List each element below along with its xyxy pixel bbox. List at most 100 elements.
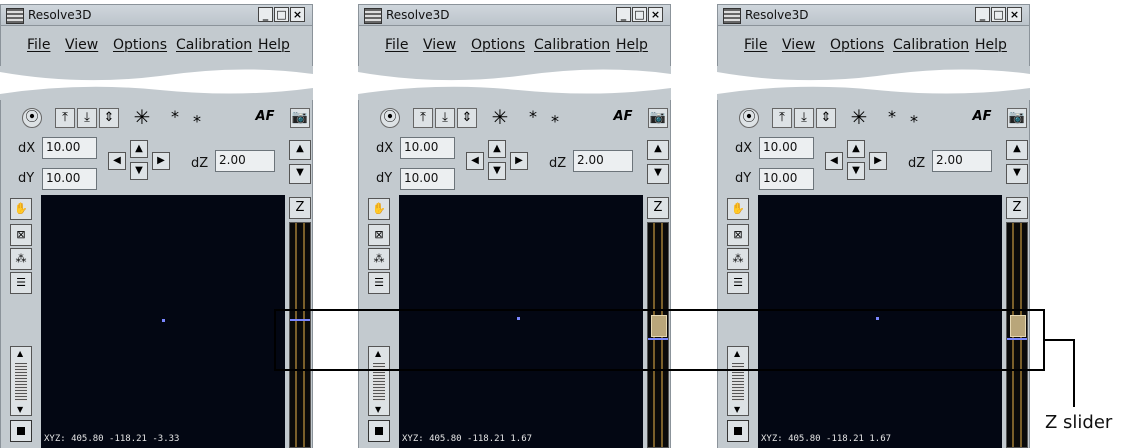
move-up-icon[interactable]: ⤒	[413, 108, 433, 128]
asterisk-bottom-icon[interactable]: ⁎	[545, 108, 565, 128]
dy-field[interactable]: 10.00	[42, 168, 97, 190]
close-button[interactable]: ×	[648, 7, 663, 22]
menu-calibration[interactable]: Calibration	[893, 37, 969, 53]
list-icon[interactable]: ☰	[368, 272, 390, 294]
z-up-button[interactable]: ▲	[289, 140, 311, 160]
menu-view[interactable]: View	[65, 37, 98, 53]
camera-icon[interactable]: 📷	[648, 108, 668, 128]
camera-icon[interactable]: 📷	[1007, 108, 1027, 128]
move-down-icon[interactable]: ⤓	[794, 108, 814, 128]
asterisk-top-icon[interactable]: *	[882, 108, 902, 128]
pan-hand-icon[interactable]: ✋	[368, 198, 390, 220]
camera-icon[interactable]: 📷	[290, 108, 310, 128]
down-arrow-button[interactable]: ▼	[847, 162, 865, 180]
move-down-icon[interactable]: ⤓	[435, 108, 455, 128]
down-arrow-button[interactable]: ▼	[130, 162, 148, 180]
autofocus-button[interactable]: AF	[972, 108, 992, 128]
right-arrow-button[interactable]: ▶	[510, 152, 528, 170]
zoom-fit-icon[interactable]: ⊠	[368, 224, 390, 246]
stop-button[interactable]	[368, 420, 390, 442]
move-up-icon[interactable]: ⤒	[772, 108, 792, 128]
left-arrow-button[interactable]: ◀	[825, 152, 843, 170]
move-up-icon[interactable]: ⤒	[55, 108, 75, 128]
pan-hand-icon[interactable]: ✋	[727, 198, 749, 220]
target-icon[interactable]: ⦿	[739, 108, 759, 128]
asterisk-icon[interactable]: ✳	[849, 107, 869, 128]
dy-field[interactable]: 10.00	[400, 168, 455, 190]
z-down-button[interactable]: ▼	[289, 164, 311, 184]
dy-field[interactable]: 10.00	[759, 168, 814, 190]
autofocus-button[interactable]: AF	[613, 108, 633, 128]
z-down-button[interactable]: ▼	[1006, 164, 1028, 184]
pan-hand-icon[interactable]: ✋	[10, 198, 32, 220]
asterisk-bottom-icon[interactable]: ⁎	[187, 108, 207, 128]
dx-field[interactable]: 10.00	[42, 137, 97, 159]
minimize-button[interactable]: _	[258, 7, 273, 22]
asterisk-icon[interactable]: ✳	[490, 107, 510, 128]
left-arrow-button[interactable]: ◀	[108, 152, 126, 170]
up-arrow-button[interactable]: ▲	[847, 140, 865, 158]
up-arrow-button[interactable]: ▲	[488, 140, 506, 158]
menu-file[interactable]: File	[385, 37, 408, 53]
autofocus-button[interactable]: AF	[255, 108, 275, 128]
asterisk-icon[interactable]: ✳	[132, 107, 152, 128]
center-icon[interactable]: ⇕	[457, 108, 477, 128]
z-up-button[interactable]: ▲	[1006, 140, 1028, 160]
menu-help[interactable]: Help	[975, 37, 1007, 53]
z-label: Z	[289, 197, 311, 219]
z-down-button[interactable]: ▼	[647, 164, 669, 184]
menu-view[interactable]: View	[423, 37, 456, 53]
close-button[interactable]: ×	[1007, 7, 1022, 22]
menu-calibration[interactable]: Calibration	[176, 37, 252, 53]
dz-field[interactable]: 2.00	[215, 150, 275, 172]
asterisk-top-icon[interactable]: *	[165, 108, 185, 128]
right-arrow-button[interactable]: ▶	[152, 152, 170, 170]
menu-file[interactable]: File	[27, 37, 50, 53]
menu-options[interactable]: Options	[471, 37, 525, 53]
dz-field[interactable]: 2.00	[573, 150, 633, 172]
move-down-icon[interactable]: ⤓	[77, 108, 97, 128]
image-view[interactable]: XYZ: 405.80 -118.21 -3.33	[41, 195, 285, 448]
center-icon[interactable]: ⇕	[816, 108, 836, 128]
maximize-button[interactable]: □	[991, 7, 1006, 22]
target-icon[interactable]: ⦿	[22, 108, 42, 128]
zoom-fit-icon[interactable]: ⊠	[727, 224, 749, 246]
stop-button[interactable]	[10, 420, 32, 442]
torn-edge-top	[358, 66, 671, 81]
dz-field[interactable]: 2.00	[932, 150, 992, 172]
window-menu-icon[interactable]	[6, 8, 24, 24]
zoom-fit-icon[interactable]: ⊠	[10, 224, 32, 246]
asterisk-bottom-icon[interactable]: ⁎	[904, 108, 924, 128]
stop-button[interactable]	[727, 420, 749, 442]
zoom-scatter-icon[interactable]: ⁂	[727, 248, 749, 270]
zoom-scatter-icon[interactable]: ⁂	[368, 248, 390, 270]
zoom-slider[interactable]: ▲ ▼	[10, 346, 32, 416]
z-up-button[interactable]: ▲	[647, 140, 669, 160]
menu-file[interactable]: File	[744, 37, 767, 53]
menu-options[interactable]: Options	[830, 37, 884, 53]
menu-view[interactable]: View	[782, 37, 815, 53]
right-arrow-button[interactable]: ▶	[869, 152, 887, 170]
menu-help[interactable]: Help	[258, 37, 290, 53]
window-menu-icon[interactable]	[364, 8, 382, 24]
window-menu-icon[interactable]	[723, 8, 741, 24]
close-button[interactable]: ×	[290, 7, 305, 22]
minimize-button[interactable]: _	[616, 7, 631, 22]
list-icon[interactable]: ☰	[727, 272, 749, 294]
zoom-scatter-icon[interactable]: ⁂	[10, 248, 32, 270]
left-arrow-button[interactable]: ◀	[466, 152, 484, 170]
menu-help[interactable]: Help	[616, 37, 648, 53]
up-arrow-button[interactable]: ▲	[130, 140, 148, 158]
down-arrow-button[interactable]: ▼	[488, 162, 506, 180]
minimize-button[interactable]: _	[975, 7, 990, 22]
menu-calibration[interactable]: Calibration	[534, 37, 610, 53]
maximize-button[interactable]: □	[274, 7, 289, 22]
target-icon[interactable]: ⦿	[380, 108, 400, 128]
dx-field[interactable]: 10.00	[759, 137, 814, 159]
asterisk-top-icon[interactable]: *	[523, 108, 543, 128]
menu-options[interactable]: Options	[113, 37, 167, 53]
dx-field[interactable]: 10.00	[400, 137, 455, 159]
center-icon[interactable]: ⇕	[99, 108, 119, 128]
maximize-button[interactable]: □	[632, 7, 647, 22]
list-icon[interactable]: ☰	[10, 272, 32, 294]
